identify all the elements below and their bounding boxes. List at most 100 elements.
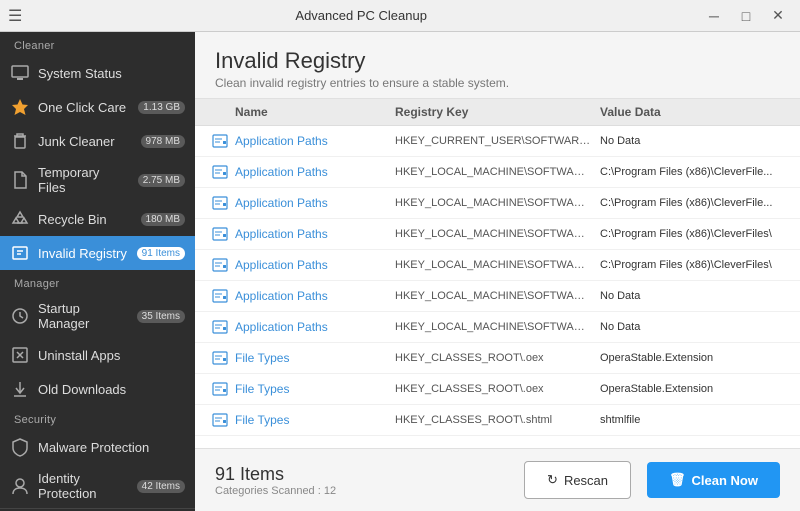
sidebar-item-junk-cleaner[interactable]: Junk Cleaner 978 MB [0,124,195,158]
row-name: File Types [235,382,395,396]
row-icon [205,288,235,304]
sidebar-item-temporary-files[interactable]: Temporary Files 2.75 MB [0,158,195,202]
row-key: HKEY_CLASSES_ROOT\.shtml [395,414,600,426]
manager-section-label: Manager [0,270,195,294]
startup-icon [10,306,30,326]
item-count: 91 Items [215,464,508,485]
sidebar-item-old-downloads[interactable]: Old Downloads [0,372,195,406]
page-title: Invalid Registry [215,48,780,74]
one-click-care-badge: 1.13 GB [138,101,185,114]
table-row: File Types HKEY_CLASSES_ROOT\.shtml shtm… [195,405,800,436]
content-area: Invalid Registry Clean invalid registry … [195,32,800,511]
monitor-icon [10,63,30,83]
table-row: Application Paths HKEY_LOCAL_MACHINE\SOF… [195,157,800,188]
row-name: Application Paths [235,196,395,210]
minimize-button[interactable]: ─ [700,5,728,27]
title-bar-left: ☰ [8,6,22,26]
row-icon [205,133,235,149]
row-value: No Data [600,135,780,147]
row-key: HKEY_CLASSES_ROOT\.oex [395,383,600,395]
row-icon [205,195,235,211]
page-subtitle: Clean invalid registry entries to ensure… [215,76,780,90]
table-row: File Types HKEY_CLASSES_ROOT\.oex OperaS… [195,343,800,374]
sidebar-item-malware-protection[interactable]: Malware Protection [0,430,195,464]
row-name: File Types [235,413,395,427]
row-icon [205,257,235,273]
close-button[interactable]: ✕ [764,5,792,27]
row-value: OperaStable.Extension [600,352,780,364]
startup-manager-label: Startup Manager [38,301,129,331]
uninstall-apps-label: Uninstall Apps [38,348,185,363]
temporary-files-badge: 2.75 MB [138,174,185,187]
row-value: C:\Program Files (x86)\CleverFile... [600,197,780,209]
row-icon [205,164,235,180]
row-name: Application Paths [235,289,395,303]
table-body: Application Paths HKEY_CURRENT_USER\SOFT… [195,126,800,448]
row-value: C:\Program Files (x86)\CleverFiles\ [600,228,780,240]
rescan-label: Rescan [564,473,608,488]
sidebar-item-one-click-care[interactable]: One Click Care 1.13 GB [0,90,195,124]
star-icon [10,97,30,117]
row-icon [205,350,235,366]
sidebar-item-recycle-bin[interactable]: Recycle Bin 180 MB [0,202,195,236]
sidebar-item-uninstall-apps[interactable]: Uninstall Apps [0,338,195,372]
maximize-button[interactable]: □ [732,5,760,27]
startup-manager-badge: 35 Items [137,310,185,323]
old-downloads-label: Old Downloads [38,382,185,397]
identity-icon [10,476,30,496]
col-key-header: Registry Key [395,105,600,119]
registry-icon [10,243,30,263]
identity-protection-label: Identity Protection [38,471,129,501]
row-name: File Types [235,351,395,365]
main-layout: Cleaner System Status One Click Care 1.1… [0,32,800,511]
table-header: Name Registry Key Value Data [195,99,800,126]
app-title: Advanced PC Cleanup [22,8,700,23]
malware-protection-label: Malware Protection [38,440,185,455]
row-value: OperaStable.Extension [600,383,780,395]
row-icon [205,226,235,242]
sidebar-item-startup-manager[interactable]: Startup Manager 35 Items [0,294,195,338]
sidebar: Cleaner System Status One Click Care 1.1… [0,32,195,511]
rescan-icon: ↻ [547,472,558,488]
temporary-files-label: Temporary Files [38,165,130,195]
table-row: Application Paths HKEY_CURRENT_USER\SOFT… [195,126,800,157]
sidebar-item-system-status[interactable]: System Status [0,56,195,90]
table-row: File Types HKEY_CLASSES_ROOT\.oex OperaS… [195,374,800,405]
col-icon-header [205,105,235,119]
invalid-registry-label: Invalid Registry [38,246,129,261]
row-value: shtmlfile [600,414,780,426]
clean-icon: 🗑 [669,472,686,488]
content-header: Invalid Registry Clean invalid registry … [195,32,800,99]
recycle-bin-badge: 180 MB [141,213,185,226]
table-row: Application Paths HKEY_LOCAL_MACHINE\SOF… [195,312,800,343]
rescan-button[interactable]: ↻ Rescan [524,461,631,499]
table-row: Application Paths HKEY_LOCAL_MACHINE\SOF… [195,188,800,219]
clean-now-button[interactable]: 🗑 Clean Now [647,462,780,498]
table-row: Application Paths HKEY_LOCAL_MACHINE\SOF… [195,250,800,281]
row-key: HKEY_LOCAL_MACHINE\SOFTWARE\Microsoft\Wi… [395,321,600,333]
row-icon [205,319,235,335]
row-key: HKEY_LOCAL_MACHINE\SOFTWARE\Microsoft\Wi… [395,290,600,302]
menu-icon[interactable]: ☰ [8,6,22,26]
row-key: HKEY_CURRENT_USER\SOFTWARE\Microsoft\Win… [395,135,600,147]
row-key: HKEY_LOCAL_MACHINE\SOFTWARE\Classes\Appl… [395,197,600,209]
row-key: HKEY_LOCAL_MACHINE\SOFTWARE\Microsoft\Wi… [395,259,600,271]
title-bar: ☰ Advanced PC Cleanup ─ □ ✕ [0,0,800,32]
col-value-header: Value Data [600,105,780,119]
scanned-label: Categories Scanned : 12 [215,485,508,497]
row-value: C:\Program Files (x86)\CleverFiles\ [600,259,780,271]
sidebar-item-identity-protection[interactable]: Identity Protection 42 Items [0,464,195,508]
footer-info: 91 Items Categories Scanned : 12 [215,464,508,497]
content-footer: 91 Items Categories Scanned : 12 ↻ Resca… [195,448,800,511]
junk-cleaner-badge: 978 MB [141,135,185,148]
window-controls: ─ □ ✕ [700,5,792,27]
sidebar-item-invalid-registry[interactable]: Invalid Registry 91 Items [0,236,195,270]
one-click-care-label: One Click Care [38,100,130,115]
cleaner-section-label: Cleaner [0,32,195,56]
invalid-registry-badge: 91 Items [137,247,185,260]
row-value: No Data [600,321,780,333]
download-icon [10,379,30,399]
row-value: C:\Program Files (x86)\CleverFile... [600,166,780,178]
row-name: Application Paths [235,165,395,179]
system-status-label: System Status [38,66,185,81]
